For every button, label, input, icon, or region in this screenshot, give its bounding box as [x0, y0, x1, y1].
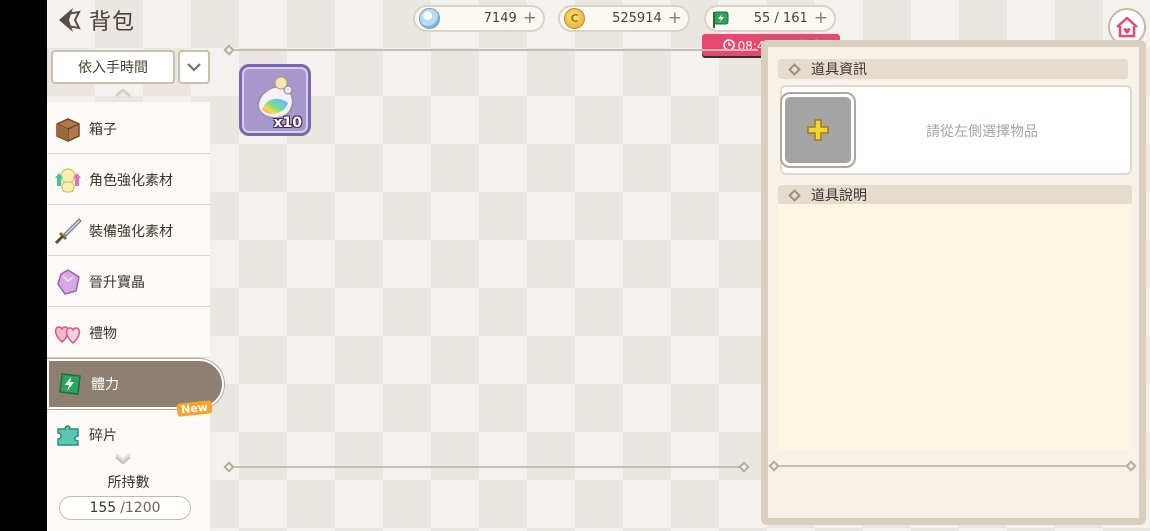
sword-icon	[51, 214, 85, 248]
item-info-header: 道具資訊	[778, 59, 1128, 79]
grid-top-divider	[230, 49, 758, 51]
select-item-hint: 請從左側選擇物品	[926, 124, 1038, 140]
home-icon	[1116, 16, 1138, 38]
holdings-count: 155	[89, 500, 117, 516]
coin-amount: 525914	[612, 11, 662, 26]
add-coins-icon[interactable]: +	[668, 10, 682, 27]
hearts-icon	[51, 316, 85, 350]
stamina-icon	[53, 367, 87, 401]
category-label: 角色強化素材	[89, 172, 173, 189]
page-title: 背包	[89, 10, 136, 35]
plus-icon	[807, 119, 829, 141]
add-gems-icon[interactable]: +	[523, 10, 537, 27]
grid-bottom-divider	[230, 466, 748, 468]
back-arrow-icon	[59, 8, 81, 32]
scroll-down-icon[interactable]	[113, 452, 133, 466]
category-character-materials[interactable]: 角色強化素材	[47, 155, 210, 205]
item-description-area	[778, 204, 1132, 450]
divider-ornament	[738, 461, 750, 473]
holdings-max: /1200	[120, 500, 161, 516]
category-label: 禮物	[89, 325, 117, 342]
add-stamina-icon[interactable]: +	[814, 10, 828, 27]
divider-ornament	[223, 461, 235, 473]
category-label: 晉升寶晶	[89, 274, 145, 291]
diamond-icon	[788, 62, 801, 76]
category-label: 碎片	[89, 428, 117, 444]
inventory-item-slot[interactable]: x10	[239, 64, 311, 136]
item-description-title: 道具說明	[811, 188, 867, 204]
character-material-icon	[51, 163, 85, 197]
category-boxes[interactable]: 箱子	[47, 104, 210, 154]
crystal-icon	[51, 265, 85, 299]
item-description-header: 道具說明	[778, 185, 1132, 205]
gem-counter[interactable]: 7149 +	[413, 5, 545, 32]
scroll-up-icon[interactable]	[113, 86, 133, 98]
sort-order-toggle[interactable]	[178, 50, 210, 84]
item-quantity: x10	[273, 115, 302, 131]
detail-bottom-divider	[775, 465, 1135, 467]
diamond-icon	[788, 188, 801, 202]
coin-counter[interactable]: C 525914 +	[558, 5, 690, 32]
stamina-flag-icon	[710, 8, 731, 29]
gem-amount: 7149	[483, 11, 517, 26]
category-label: 裝備強化素材	[89, 223, 173, 240]
category-label: 箱子	[89, 121, 117, 138]
box-icon	[51, 112, 85, 146]
coin-icon: C	[564, 8, 585, 29]
category-equipment-materials[interactable]: 裝備強化素材	[47, 206, 210, 256]
selected-item-slot[interactable]	[780, 92, 856, 168]
divider-ornament	[223, 44, 235, 56]
stamina-counter[interactable]: 55 / 161 +	[704, 5, 836, 32]
holdings-counter: 155 /1200	[59, 496, 191, 520]
chevron-down-icon	[187, 63, 201, 72]
stamina-amount: 55 / 161	[753, 11, 808, 26]
sort-dropdown[interactable]: 依入手時間	[51, 50, 175, 84]
back-button[interactable]	[51, 4, 83, 36]
puzzle-piece-icon	[51, 418, 85, 452]
category-gifts[interactable]: 禮物	[47, 308, 210, 358]
inventory-screen: 背包 7149 + C 525914 + 55 / 161 + 08:49:27…	[47, 0, 1150, 531]
gem-icon	[419, 8, 440, 29]
category-promotion-crystals[interactable]: 晉升寶晶	[47, 257, 210, 307]
item-info-title: 道具資訊	[811, 62, 867, 78]
holdings-label: 所持數	[107, 475, 150, 491]
category-label: 體力	[91, 377, 119, 393]
